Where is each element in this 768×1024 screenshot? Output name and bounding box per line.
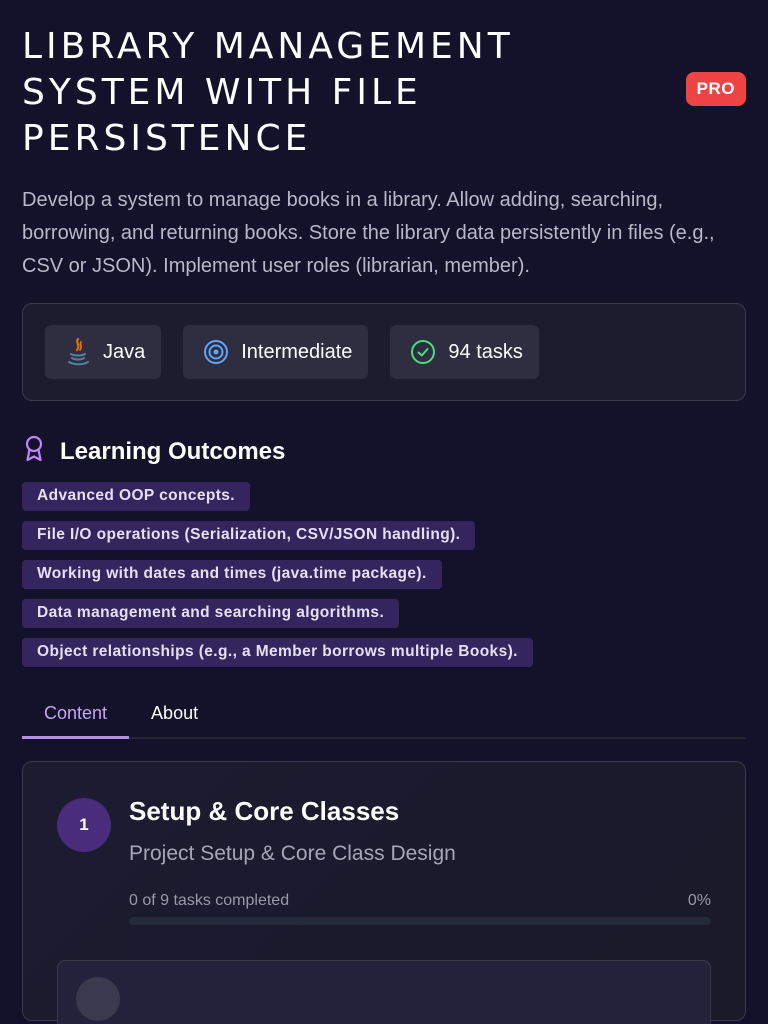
- outcome-tag: Working with dates and times (java.time …: [22, 560, 442, 589]
- module-card[interactable]: 1 Setup & Core Classes Project Setup & C…: [22, 761, 746, 1024]
- project-meta: Java Intermediate 94 tasks: [22, 303, 746, 401]
- progress-bar: [129, 917, 711, 925]
- java-icon: [65, 337, 91, 367]
- level-label: Intermediate: [241, 340, 353, 363]
- tasks-label: 94 tasks: [448, 340, 523, 363]
- module-subtitle: Project Setup & Core Class Design: [129, 842, 456, 865]
- module-body: Setup & Core Classes Project Setup & Cor…: [129, 796, 711, 925]
- module-progress-row: 0 of 9 tasks completed 0%: [129, 892, 711, 910]
- tab-about[interactable]: About: [129, 697, 220, 737]
- outcome-tag: File I/O operations (Serialization, CSV/…: [22, 521, 476, 550]
- tab-bar: Content About: [22, 697, 746, 739]
- module-header: 1 Setup & Core Classes Project Setup & C…: [57, 796, 711, 925]
- page-title: LIBRARY MANAGEMENT SYSTEM WITH FILE PERS…: [22, 26, 514, 159]
- tasks-chip: 94 tasks: [390, 325, 539, 379]
- level-chip: Intermediate: [183, 325, 369, 379]
- progress-percent: 0%: [687, 892, 711, 909]
- learning-outcomes: Learning Outcomes Advanced OOP concepts.…: [22, 435, 746, 667]
- award-icon: [22, 435, 46, 468]
- language-label: Java: [103, 340, 146, 363]
- outcome-tag: Advanced OOP concepts.: [22, 482, 251, 511]
- learning-outcomes-header: Learning Outcomes: [22, 435, 746, 468]
- page: LIBRARY MANAGEMENT SYSTEM WITH FILE PERS…: [0, 0, 768, 1024]
- project-header: LIBRARY MANAGEMENT SYSTEM WITH FILE PERS…: [22, 0, 746, 283]
- module-number-badge: 1: [57, 798, 111, 852]
- progress-text: 0 of 9 tasks completed: [129, 892, 290, 909]
- outcome-tag: Data management and searching algorithms…: [22, 599, 400, 628]
- outcome-tags: Advanced OOP concepts. File I/O operatio…: [22, 482, 746, 667]
- target-icon: [203, 339, 229, 365]
- pro-badge: PRO: [685, 72, 746, 106]
- tab-content[interactable]: Content: [22, 697, 130, 739]
- language-chip: Java: [45, 325, 162, 379]
- task-checkbox[interactable]: [76, 977, 120, 1021]
- task-item[interactable]: [57, 960, 711, 1024]
- project-description: Develop a system to manage books in a li…: [22, 189, 715, 277]
- outcome-tag: Object relationships (e.g., a Member bor…: [22, 638, 533, 667]
- learning-outcomes-title: Learning Outcomes: [60, 437, 286, 465]
- check-circle-icon: [410, 339, 436, 365]
- module-title: Setup & Core Classes: [129, 796, 400, 826]
